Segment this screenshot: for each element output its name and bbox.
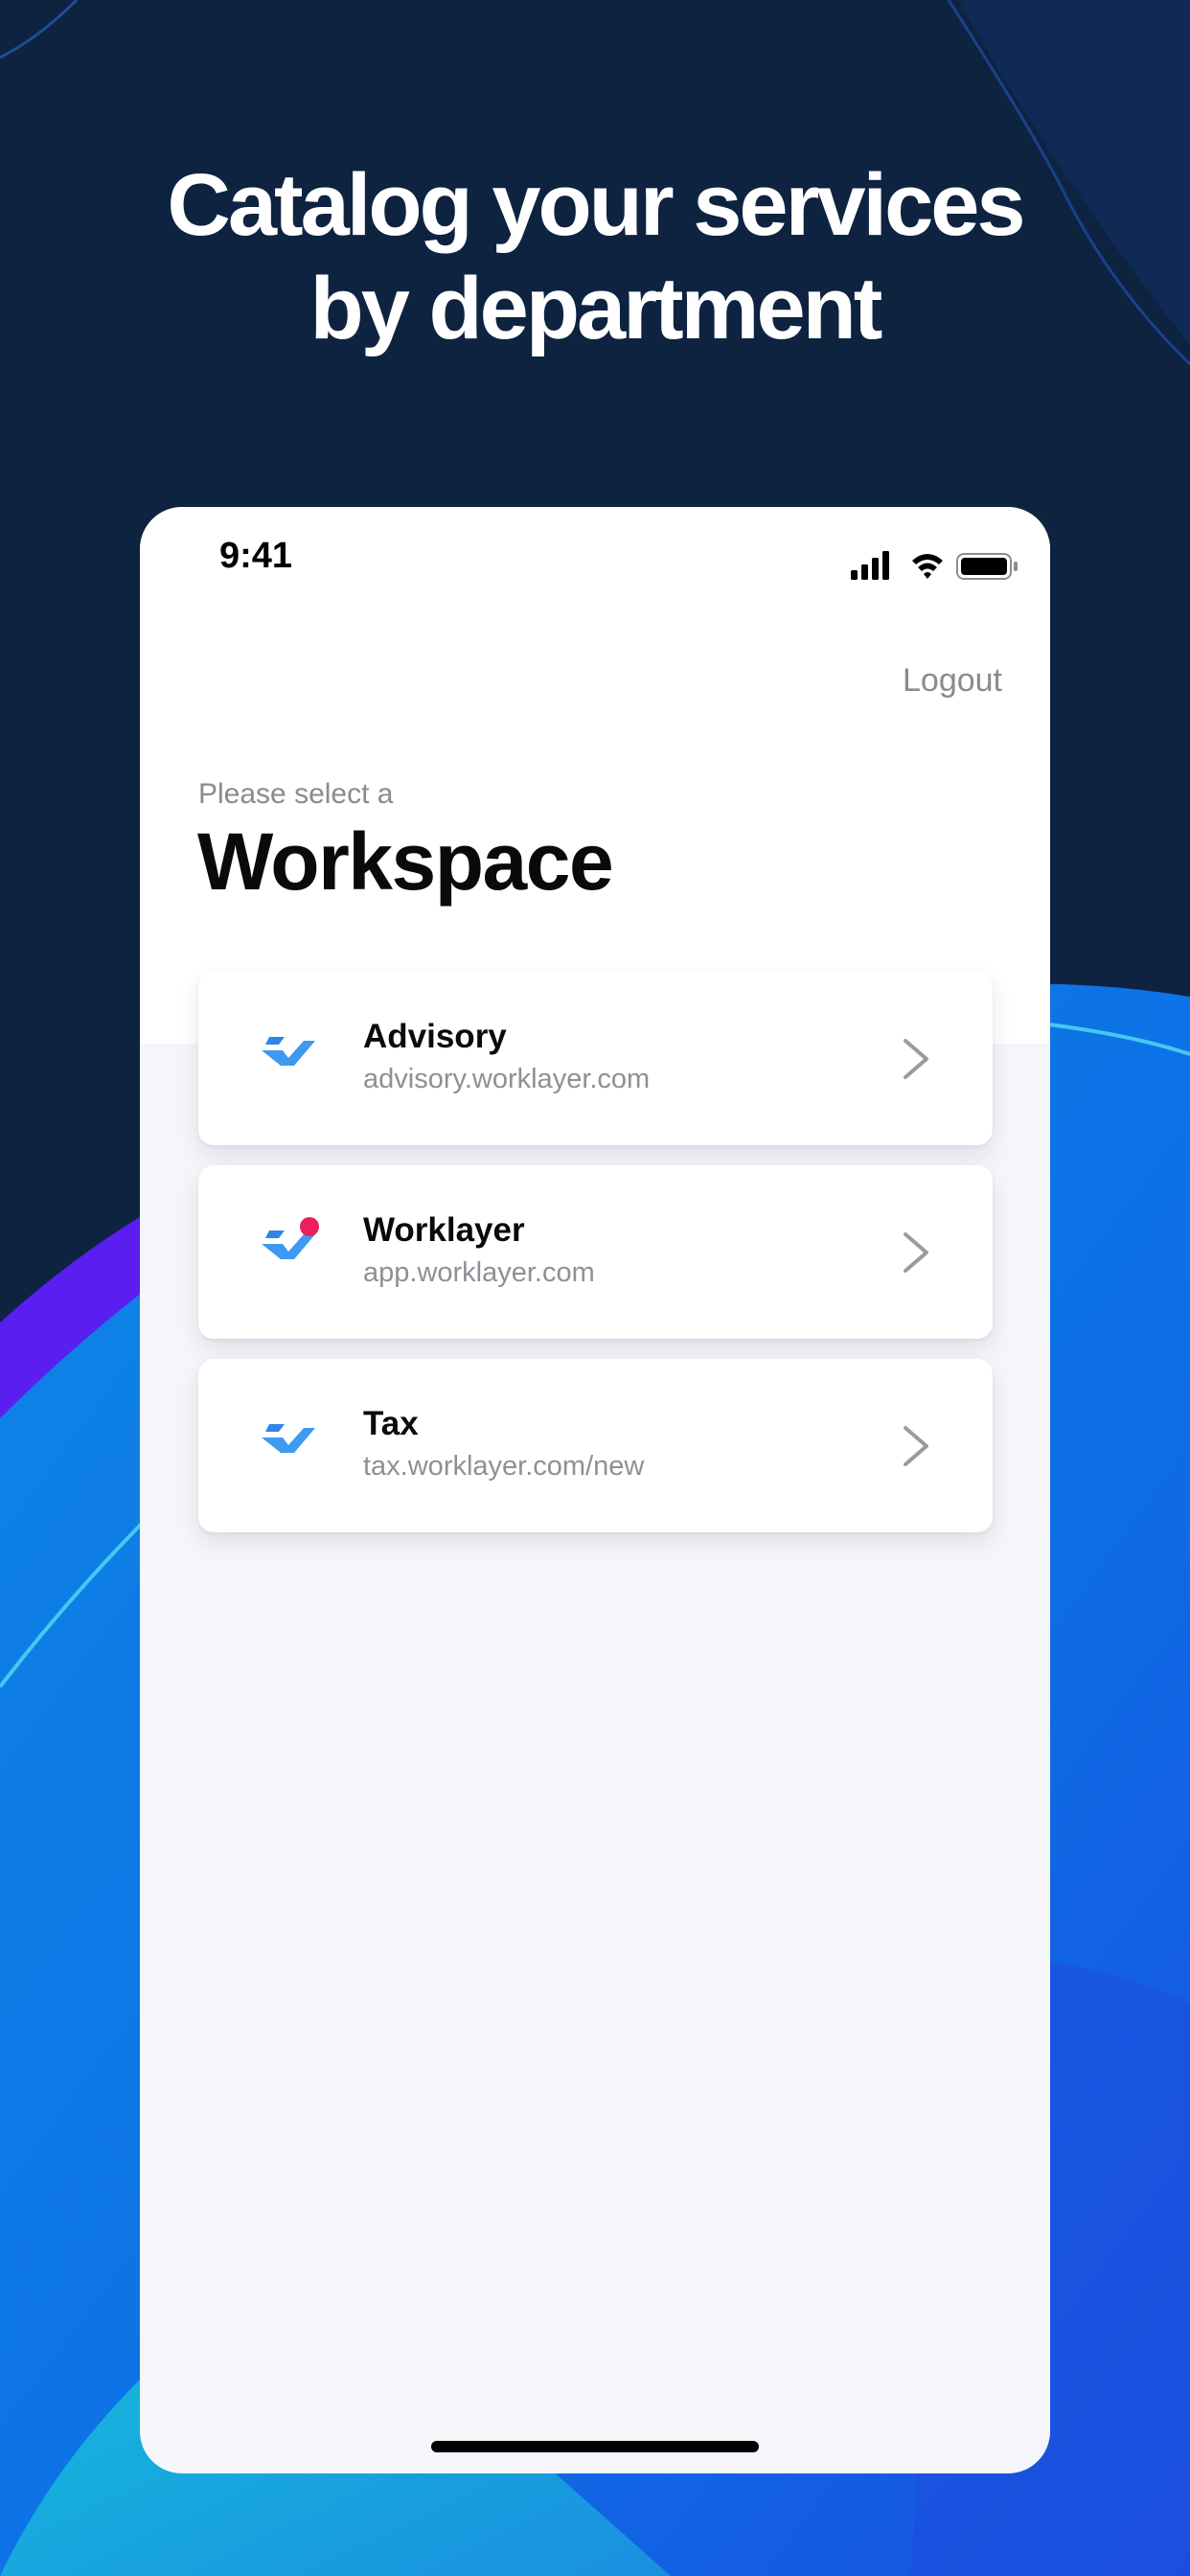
workspace-url: app.worklayer.com: [363, 1257, 595, 1288]
chevron-right-icon: [904, 1039, 928, 1079]
promo-headline-line-1: Catalog your services: [167, 156, 1025, 254]
logout-button[interactable]: Logout: [903, 662, 1002, 700]
promo-headline-line-2: by department: [309, 260, 883, 357]
page-title: Workspace: [197, 816, 614, 907]
status-time: 9:41: [219, 536, 293, 576]
page-subtitle: Please select a: [198, 778, 394, 810]
home-indicator[interactable]: [431, 2441, 759, 2452]
header-background: [140, 507, 1050, 1044]
signal-icon: [851, 551, 889, 580]
chevron-right-icon: [904, 1426, 928, 1466]
wifi-icon: [912, 554, 943, 579]
chevron-right-icon: [904, 1232, 928, 1273]
workspace-name: Tax: [363, 1405, 419, 1442]
workspace-item-worklayer[interactable]: Worklayer app.worklayer.com: [198, 1165, 993, 1339]
workspace-item-tax[interactable]: Tax tax.worklayer.com/new: [198, 1359, 993, 1532]
worklayer-logo-icon: [262, 1217, 319, 1259]
worklayer-logo-icon: [262, 1037, 315, 1066]
workspace-name: Worklayer: [363, 1211, 525, 1249]
notification-badge-icon: [300, 1217, 319, 1236]
phone-screen: 9:41 Logout Please select a Workspace Ad…: [140, 507, 1050, 2473]
promo-headline: Catalog your services by department: [0, 153, 1190, 360]
workspace-name: Advisory: [363, 1018, 507, 1055]
workspace-url: advisory.worklayer.com: [363, 1064, 651, 1094]
status-icons: [851, 551, 1018, 580]
workspace-item-advisory[interactable]: Advisory advisory.worklayer.com: [198, 972, 993, 1145]
workspace-url: tax.worklayer.com/new: [363, 1451, 645, 1482]
workspace-list: Advisory advisory.worklayer.com Worklaye…: [198, 972, 993, 1552]
worklayer-logo-icon: [262, 1424, 315, 1453]
battery-icon: [956, 553, 1018, 580]
